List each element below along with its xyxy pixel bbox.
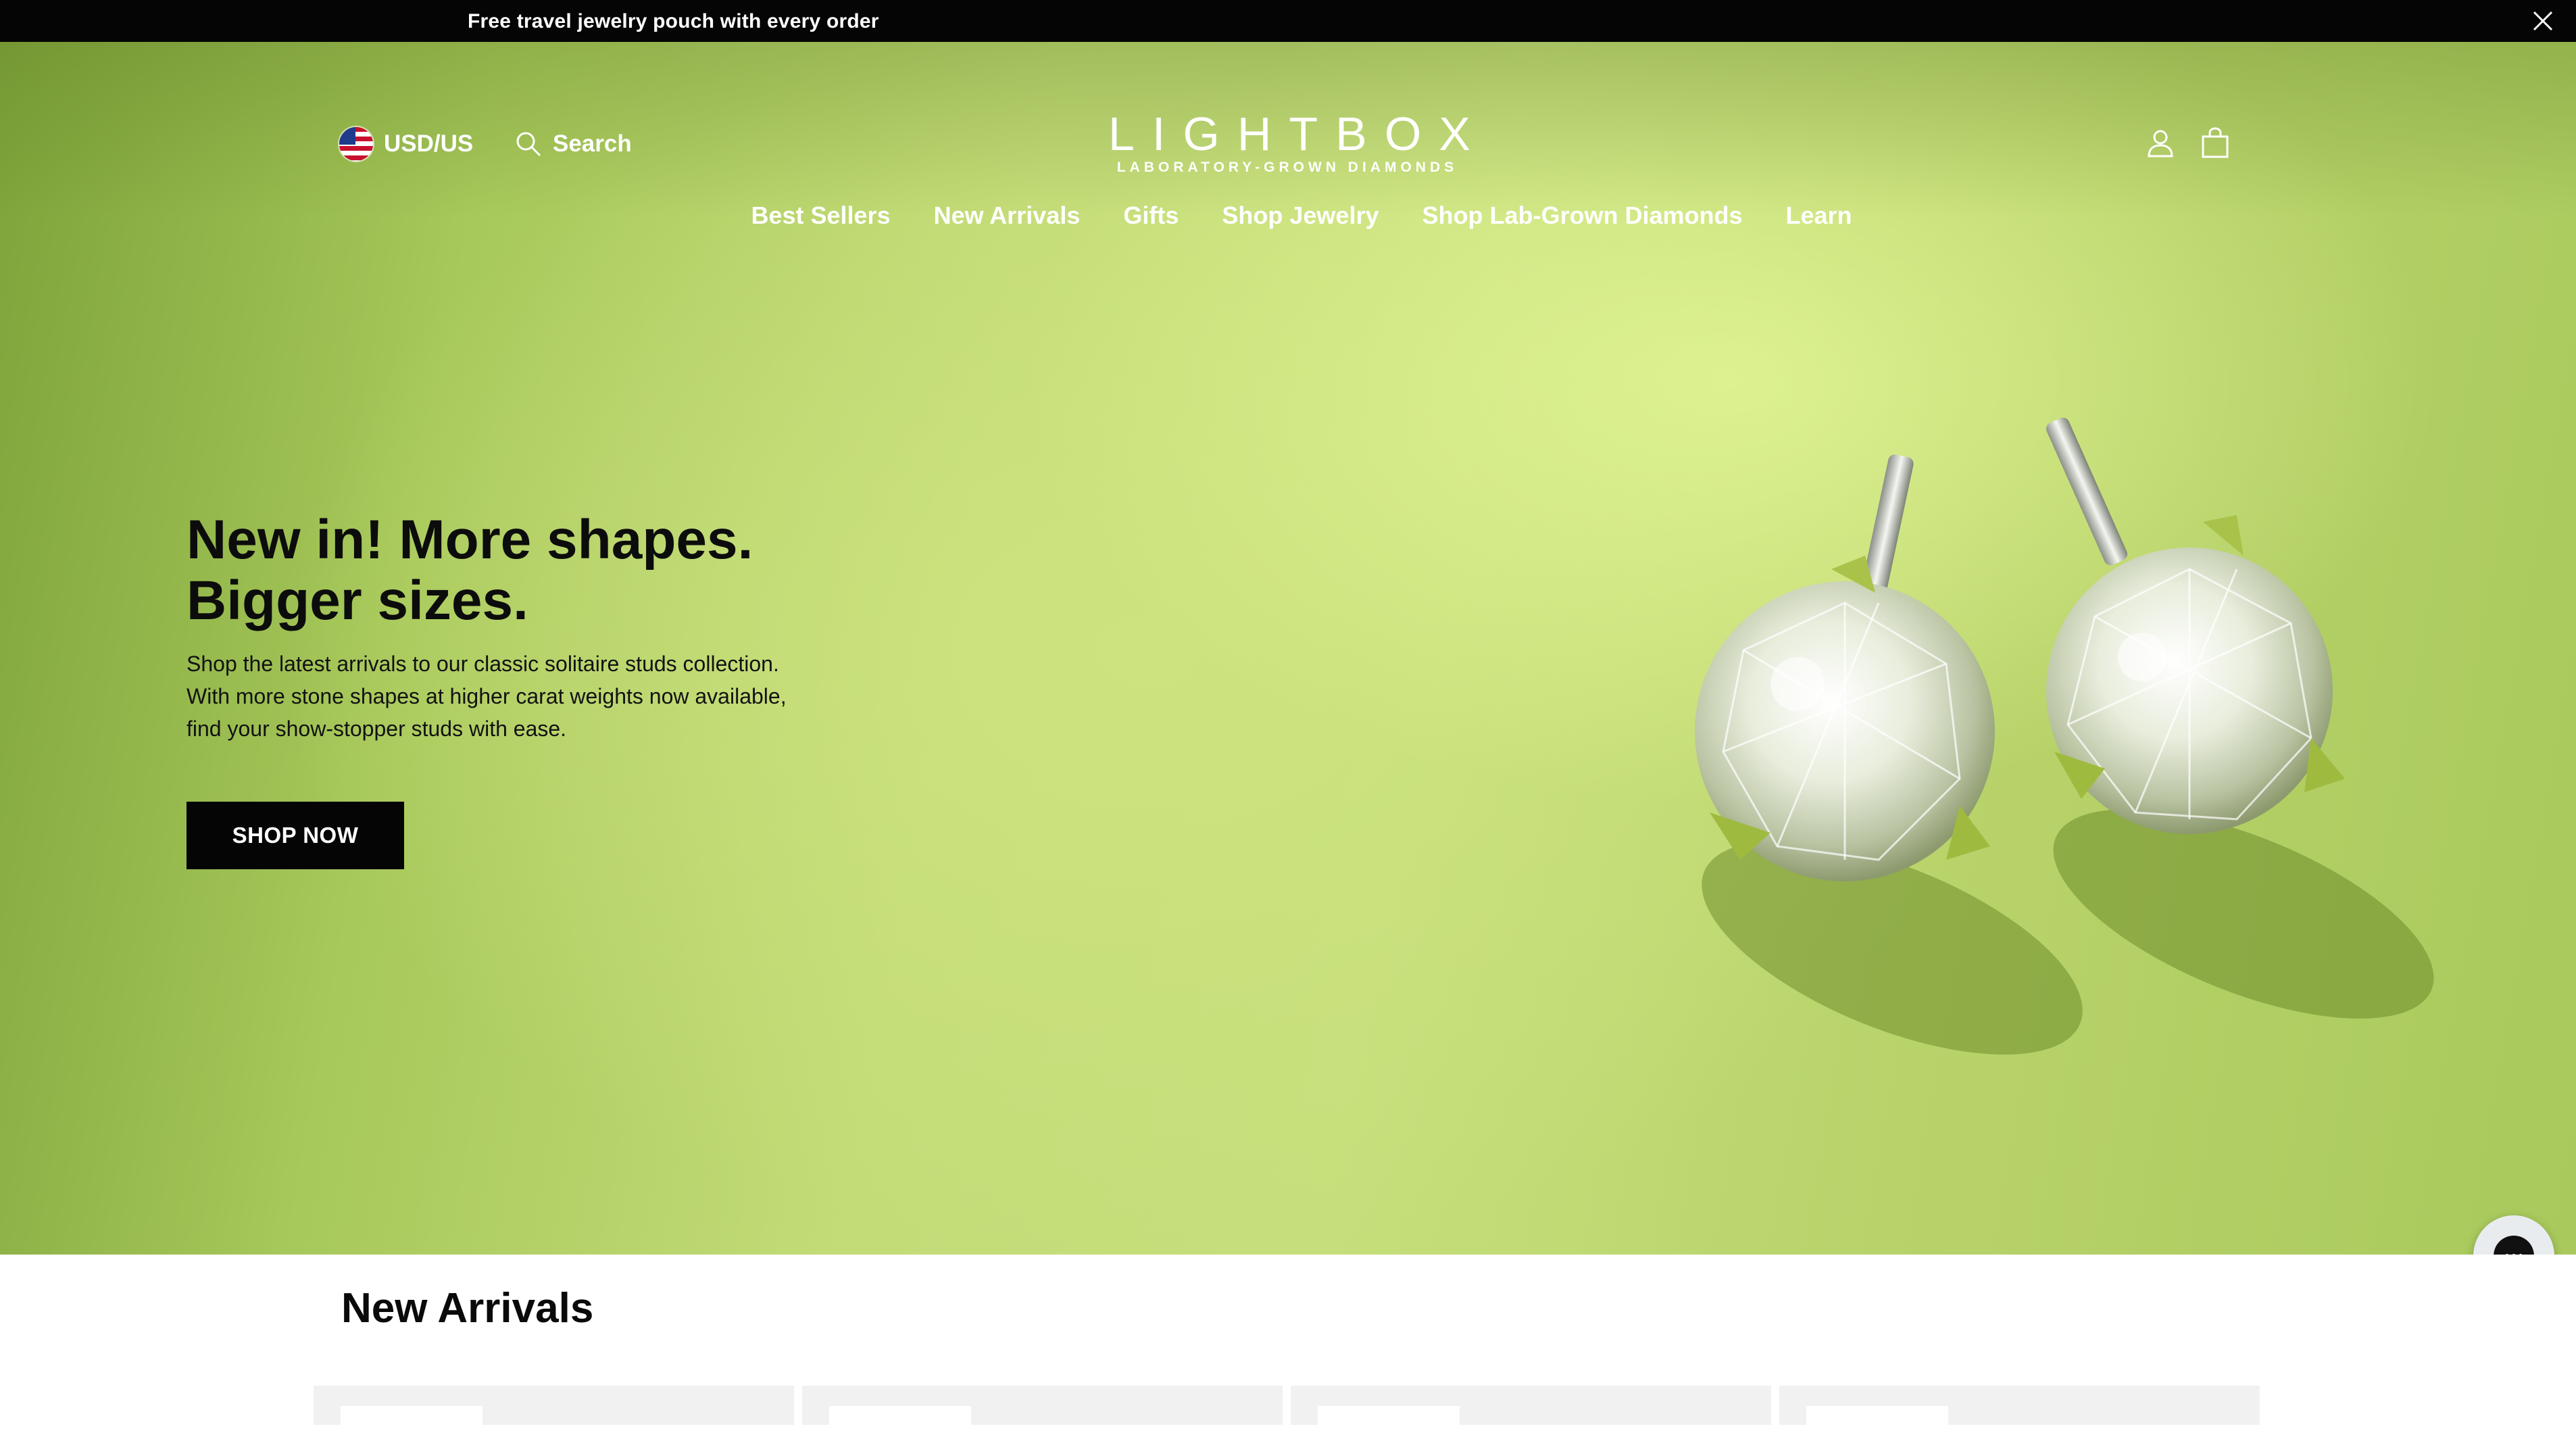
nav-item-shop-lab-grown-diamonds[interactable]: Shop Lab-Grown Diamonds bbox=[1422, 201, 1742, 230]
new-arrivals-heading: New Arrivals bbox=[341, 1285, 594, 1332]
logo-tagline: LABORATORY-GROWN DIAMONDS bbox=[1116, 160, 1458, 175]
product-card[interactable] bbox=[1779, 1386, 2260, 1433]
announcement-text: Free travel jewelry pouch with every ord… bbox=[468, 10, 879, 32]
search-button[interactable]: Search bbox=[515, 124, 632, 164]
close-icon[interactable] bbox=[2530, 8, 2556, 34]
search-icon bbox=[516, 132, 541, 157]
diamond-earrings-image bbox=[1695, 417, 2434, 1055]
nav-item-shop-jewelry[interactable]: Shop Jewelry bbox=[1222, 201, 1379, 230]
product-card[interactable] bbox=[1291, 1386, 1771, 1433]
shopping-bag-icon[interactable] bbox=[2200, 127, 2230, 162]
main-nav: Best Sellers New Arrivals Gifts Shop Jew… bbox=[0, 201, 2576, 230]
hero-heading-line2: Bigger sizes. bbox=[187, 570, 528, 631]
logo[interactable]: LIGHTBOX LABORATORY-GROWN DIAMONDS bbox=[1108, 107, 1470, 176]
nav-item-new-arrivals[interactable]: New Arrivals bbox=[934, 201, 1081, 230]
product-badge bbox=[829, 1406, 971, 1433]
currency-selector[interactable]: USD/US bbox=[339, 124, 473, 164]
nav-item-gifts[interactable]: Gifts bbox=[1123, 201, 1179, 230]
hero-banner[interactable]: USD/US Search LIGHTBOX LABORATORY-GROWN … bbox=[0, 42, 2576, 1255]
hero-body: Shop the latest arrivals to our classic … bbox=[187, 652, 787, 741]
chat-button[interactable] bbox=[2473, 1215, 2554, 1255]
hero-heading-line1: New in! More shapes. bbox=[187, 509, 753, 570]
logo-name: LIGHTBOX bbox=[1108, 107, 1488, 160]
nav-item-best-sellers[interactable]: Best Sellers bbox=[751, 201, 890, 230]
shop-now-button[interactable]: SHOP NOW bbox=[187, 802, 404, 869]
product-grid bbox=[314, 1386, 2260, 1433]
product-badge bbox=[1806, 1406, 1948, 1433]
product-card[interactable] bbox=[314, 1386, 794, 1433]
account-icon[interactable] bbox=[2146, 128, 2175, 162]
product-card[interactable] bbox=[802, 1386, 1283, 1433]
us-flag-icon bbox=[339, 127, 373, 161]
product-badge bbox=[1318, 1406, 1460, 1433]
product-badge bbox=[341, 1406, 482, 1433]
currency-label: USD/US bbox=[384, 130, 474, 157]
chat-icon bbox=[2494, 1236, 2534, 1255]
nav-item-learn[interactable]: Learn bbox=[1785, 201, 1852, 230]
hero-text: New in! More shapes. Bigger sizes. Shop … bbox=[187, 510, 822, 745]
search-label: Search bbox=[553, 130, 632, 157]
hero-heading: New in! More shapes. Bigger sizes. bbox=[187, 510, 822, 631]
announcement-bar: Free travel jewelry pouch with every ord… bbox=[0, 0, 2576, 42]
